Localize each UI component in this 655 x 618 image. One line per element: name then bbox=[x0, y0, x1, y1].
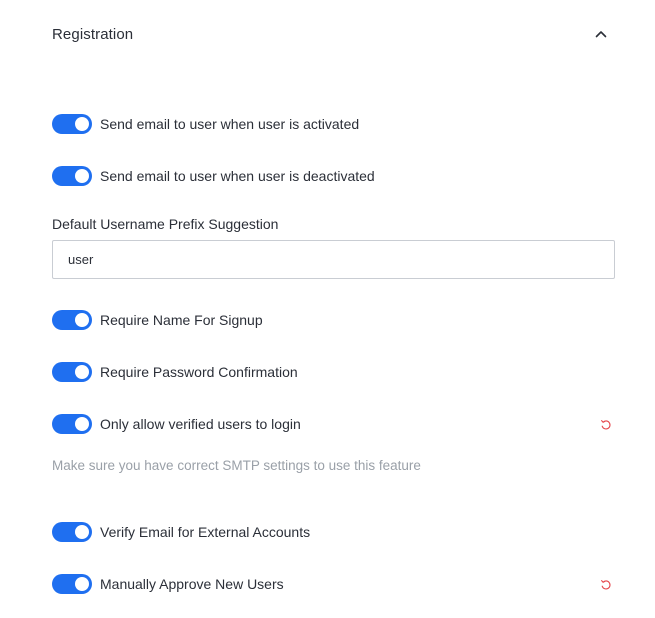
toggle-switch-manual-approve[interactable] bbox=[52, 574, 92, 594]
toggle-row-email-activated: Send email to user when user is activate… bbox=[52, 113, 615, 135]
toggle-knob bbox=[75, 525, 89, 539]
toggle-knob bbox=[75, 169, 89, 183]
toggle-label: Send email to user when user is deactiva… bbox=[100, 168, 375, 184]
toggle-label: Only allow verified users to login bbox=[100, 416, 301, 432]
username-prefix-label: Default Username Prefix Suggestion bbox=[52, 216, 279, 232]
toggle-switch-email-deactivated[interactable] bbox=[52, 166, 92, 186]
toggle-row-verified-login: Only allow verified users to login bbox=[52, 413, 615, 435]
toggle-knob bbox=[75, 577, 89, 591]
toggle-switch-password-confirmation[interactable] bbox=[52, 362, 92, 382]
toggle-knob bbox=[75, 117, 89, 131]
reset-icon[interactable] bbox=[599, 578, 613, 592]
toggle-row-require-name: Require Name For Signup bbox=[52, 309, 615, 331]
toggle-switch-verified-login[interactable] bbox=[52, 414, 92, 434]
toggle-switch-require-name[interactable] bbox=[52, 310, 92, 330]
toggle-row-email-deactivated: Send email to user when user is deactiva… bbox=[52, 165, 615, 187]
section-title: Registration bbox=[52, 25, 134, 43]
toggle-knob bbox=[75, 313, 89, 327]
toggle-row-password-confirmation: Require Password Confirmation bbox=[52, 361, 615, 383]
toggle-label: Verify Email for External Accounts bbox=[100, 524, 311, 540]
toggle-row-verify-external: Verify Email for External Accounts bbox=[52, 521, 615, 543]
toggle-knob bbox=[75, 365, 89, 379]
toggle-knob bbox=[75, 417, 89, 431]
toggle-row-manual-approve: Manually Approve New Users bbox=[52, 573, 615, 595]
section-header[interactable]: Registration bbox=[52, 18, 615, 50]
toggle-label: Send email to user when user is activate… bbox=[100, 116, 360, 132]
reset-icon[interactable] bbox=[599, 418, 613, 432]
toggle-label: Manually Approve New Users bbox=[100, 576, 284, 592]
toggle-switch-email-activated[interactable] bbox=[52, 114, 92, 134]
smtp-help-text: Make sure you have correct SMTP settings… bbox=[52, 458, 421, 473]
toggle-switch-verify-external[interactable] bbox=[52, 522, 92, 542]
toggle-label: Require Password Confirmation bbox=[100, 364, 298, 380]
toggle-label: Require Name For Signup bbox=[100, 312, 263, 328]
username-prefix-input[interactable] bbox=[52, 240, 615, 279]
chevron-up-icon[interactable] bbox=[591, 24, 611, 44]
